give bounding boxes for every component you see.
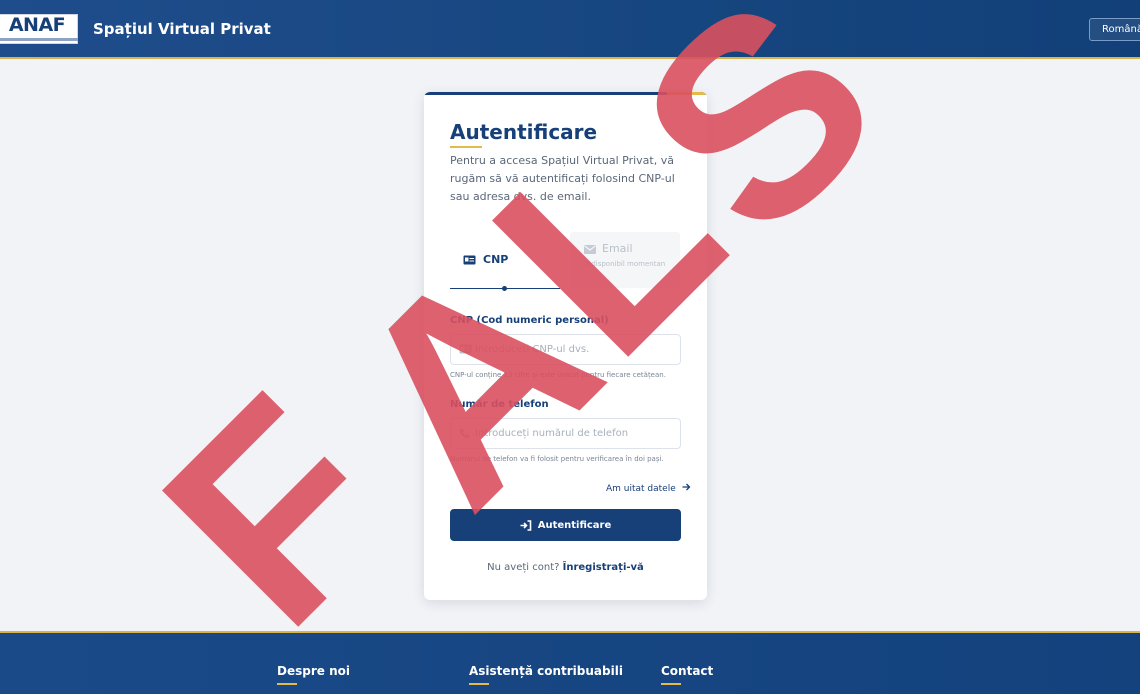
tab-cnp[interactable]: CNP <box>450 242 560 290</box>
footer-heading-assistance: Asistență contribuabili <box>469 664 623 678</box>
login-submit-button[interactable]: Autentificare <box>450 509 681 541</box>
logo-wordmark: ANAF <box>8 14 66 36</box>
card-top-accent <box>424 92 707 95</box>
register-prompt-text: Nu aveți cont? <box>487 562 560 573</box>
phone-help-text: Numărul de telefon va fi folosit pentru … <box>450 455 664 463</box>
forgot-credentials-link[interactable]: Am uitat datele <box>606 483 691 494</box>
forgot-credentials-label: Am uitat datele <box>606 484 676 494</box>
tab-active-dot <box>502 286 507 291</box>
footer-heading-underline <box>469 683 489 685</box>
footer-heading-about: Despre noi <box>277 664 350 678</box>
cnp-input-wrapper[interactable] <box>450 334 681 365</box>
page-footer: Despre noi Asistență contribuabili Conta… <box>0 631 1140 694</box>
title-underline <box>450 146 482 148</box>
login-title: Autentificare <box>450 120 598 144</box>
tab-cnp-label: CNP <box>483 253 509 266</box>
id-card-icon <box>459 344 472 354</box>
site-title[interactable]: Spațiul Virtual Privat <box>93 20 271 38</box>
phone-input-wrapper[interactable] <box>450 418 681 449</box>
tab-email[interactable]: Email Indisponibil momentan <box>570 232 680 288</box>
footer-heading-underline <box>661 683 681 685</box>
logo-subtitle-strip <box>0 38 78 41</box>
phone-field-label: Număr de telefon <box>450 399 549 410</box>
cnp-input[interactable] <box>475 335 675 364</box>
cnp-field-label: CNP (Cod numeric personal) <box>450 315 609 326</box>
phone-icon <box>459 428 470 439</box>
language-selector-button[interactable]: Română <box>1089 18 1140 41</box>
footer-heading-contact: Contact <box>661 664 714 678</box>
footer-heading-underline <box>277 683 297 685</box>
tab-email-unavailable-note: Indisponibil momentan <box>584 260 666 268</box>
tab-email-label: Email <box>602 242 633 255</box>
login-submit-label: Autentificare <box>537 519 612 531</box>
register-prompt: Nu aveți cont? Înregistrați-vă <box>424 562 707 573</box>
cnp-help-text: CNP-ul conține 13 cifre și este unicat p… <box>450 371 666 379</box>
login-intro-text: Pentru a accesa Spațiul Virtual Privat, … <box>450 154 675 203</box>
phone-input[interactable] <box>475 419 675 448</box>
sign-in-icon <box>520 519 532 531</box>
register-link[interactable]: Înregistrați-vă <box>563 562 644 573</box>
id-card-icon <box>463 255 476 265</box>
card-top-gold-accent <box>667 92 707 95</box>
anaf-logo[interactable]: ANAF <box>0 14 78 44</box>
login-card: Autentificare Pentru a accesa Spațiul Vi… <box>424 92 707 600</box>
top-header: ANAF Spațiul Virtual Privat Română <box>0 0 1140 59</box>
arrow-right-icon <box>682 483 691 491</box>
envelope-icon <box>584 245 596 254</box>
